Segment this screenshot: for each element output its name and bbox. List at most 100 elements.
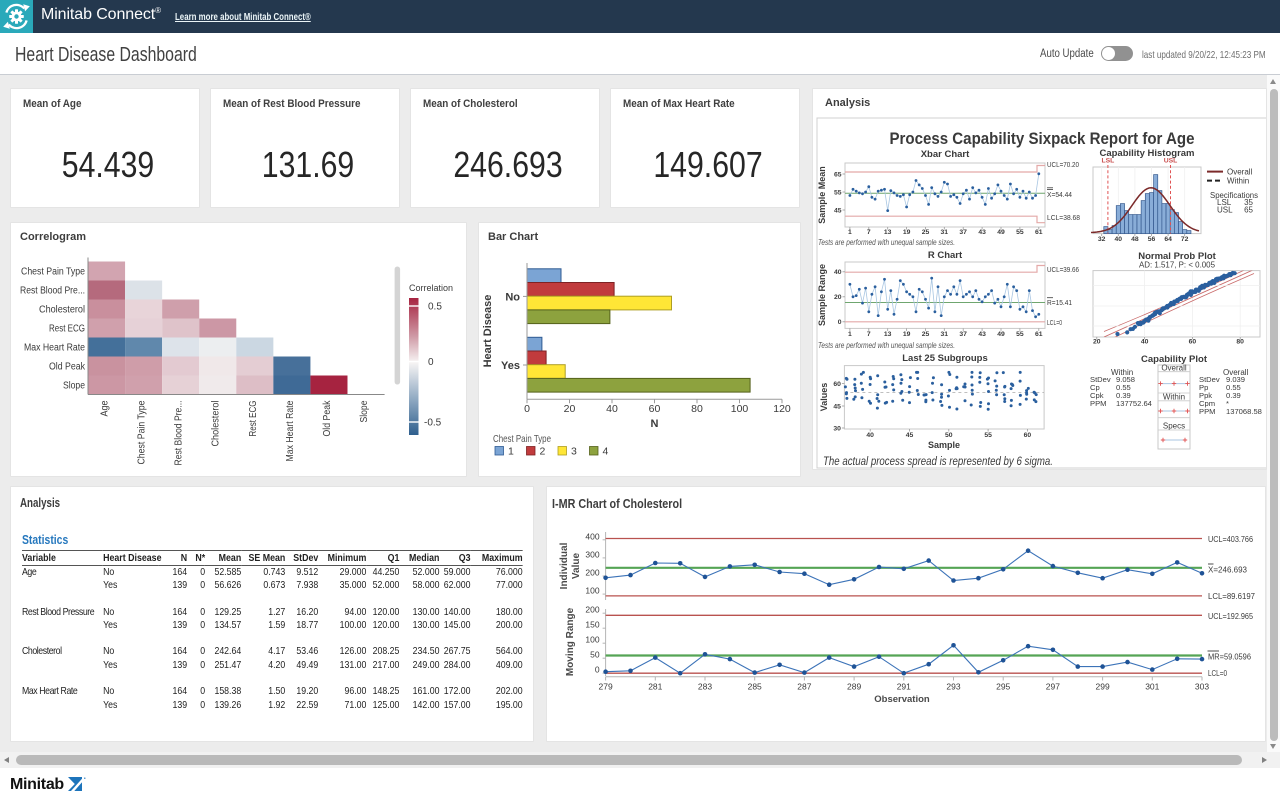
- svg-text:No: No: [505, 291, 520, 303]
- svg-text:Chest Pain Type: Chest Pain Type: [137, 400, 148, 464]
- svg-text:301: 301: [1145, 681, 1159, 691]
- svg-text:N: N: [651, 418, 659, 430]
- svg-text:20: 20: [1093, 339, 1101, 346]
- svg-text:USL: USL: [1164, 158, 1178, 165]
- svg-text:Chest Pain Type: Chest Pain Type: [493, 433, 551, 445]
- svg-text:Cholesterol: Cholesterol: [39, 305, 85, 316]
- svg-text:Sample Range: Sample Range: [817, 264, 827, 326]
- svg-text:Old Peak: Old Peak: [322, 400, 333, 437]
- svg-text:Process Capability Sixpack Rep: Process Capability Sixpack Report for Ag…: [890, 130, 1195, 148]
- svg-text:295: 295: [996, 681, 1010, 691]
- svg-text:-0.5: -0.5: [424, 418, 442, 429]
- svg-text:291: 291: [897, 681, 911, 691]
- svg-text:1: 1: [848, 229, 852, 236]
- svg-text:0.5: 0.5: [428, 302, 442, 313]
- svg-text:13: 13: [884, 229, 892, 236]
- svg-text:Values: Values: [819, 383, 829, 412]
- svg-text:65: 65: [1244, 206, 1253, 215]
- svg-text:137068.58: 137068.58: [1226, 407, 1262, 416]
- svg-text:287: 287: [797, 681, 811, 691]
- svg-text:25: 25: [922, 229, 930, 236]
- svg-text:LCL=89.6197: LCL=89.6197: [1208, 591, 1255, 601]
- svg-text:55: 55: [834, 189, 842, 196]
- svg-text:72: 72: [1181, 236, 1189, 243]
- svg-text:7: 7: [867, 229, 871, 236]
- svg-text:65: 65: [834, 171, 842, 178]
- svg-text:25: 25: [922, 331, 930, 338]
- svg-text:Max Heart Rate: Max Heart Rate: [24, 343, 85, 354]
- svg-text:40: 40: [834, 269, 842, 276]
- svg-text:299: 299: [1096, 681, 1110, 691]
- svg-text:200: 200: [585, 605, 599, 615]
- svg-text:120: 120: [773, 403, 791, 415]
- svg-text:45: 45: [833, 403, 841, 410]
- svg-text:The actual process spread is r: The actual process spread is represented…: [823, 456, 1053, 468]
- svg-text:Sample Mean: Sample Mean: [817, 166, 827, 224]
- svg-text:55: 55: [1016, 331, 1024, 338]
- svg-text:Within: Within: [1163, 392, 1185, 401]
- svg-text:AD: 1.517, P: < 0.005: AD: 1.517, P: < 0.005: [1139, 261, 1216, 270]
- svg-text:Rest ECG: Rest ECG: [49, 324, 85, 335]
- svg-text:61: 61: [1035, 229, 1043, 236]
- svg-text:0: 0: [524, 403, 530, 415]
- svg-text:150: 150: [585, 620, 599, 630]
- svg-text:Rest Blood Pre...: Rest Blood Pre...: [174, 401, 185, 466]
- svg-text:Observation: Observation: [874, 694, 930, 705]
- svg-text:40: 40: [866, 432, 874, 439]
- svg-text:30: 30: [833, 425, 841, 432]
- svg-text:0: 0: [595, 665, 600, 675]
- svg-text:49: 49: [997, 331, 1005, 338]
- svg-text:Age: Age: [100, 400, 111, 416]
- svg-text:LCL=38.68: LCL=38.68: [1047, 213, 1080, 222]
- svg-text:Slope: Slope: [359, 400, 370, 422]
- svg-text:60: 60: [1024, 432, 1032, 439]
- svg-text:UCL=70.20: UCL=70.20: [1047, 160, 1079, 169]
- svg-text:50: 50: [590, 650, 600, 660]
- svg-text:37: 37: [959, 331, 967, 338]
- svg-text:PPM: PPM: [1199, 407, 1215, 416]
- svg-text:0: 0: [428, 357, 434, 368]
- svg-text:80: 80: [1236, 339, 1244, 346]
- svg-text:48: 48: [1131, 236, 1139, 243]
- svg-text:40: 40: [606, 403, 618, 415]
- svg-text:45: 45: [906, 432, 914, 439]
- svg-text:293: 293: [946, 681, 960, 691]
- svg-text:Moving Range: Moving Range: [565, 607, 576, 676]
- svg-text:285: 285: [748, 681, 762, 691]
- svg-text:LCL=0: LCL=0: [1208, 668, 1227, 678]
- svg-text:19: 19: [903, 331, 911, 338]
- svg-text:55: 55: [984, 432, 992, 439]
- svg-text:37: 37: [959, 229, 967, 236]
- svg-text:Overall: Overall: [1161, 363, 1187, 372]
- svg-text:64: 64: [1164, 236, 1172, 243]
- svg-text:40: 40: [1141, 339, 1149, 346]
- svg-text:0: 0: [838, 319, 842, 326]
- svg-text:Tests are performed with unequ: Tests are performed with unequal sample …: [818, 237, 955, 247]
- svg-text:43: 43: [978, 331, 986, 338]
- svg-text:43: 43: [978, 229, 986, 236]
- svg-text:Xbar Chart: Xbar Chart: [921, 149, 970, 160]
- svg-text:Yes: Yes: [501, 360, 520, 372]
- svg-text:297: 297: [1046, 681, 1060, 691]
- svg-text:80: 80: [691, 403, 703, 415]
- svg-text:31: 31: [941, 229, 949, 236]
- svg-text:32: 32: [1098, 236, 1106, 243]
- svg-text:Within: Within: [1227, 177, 1249, 186]
- svg-text:13: 13: [884, 331, 892, 338]
- svg-text:31: 31: [941, 331, 949, 338]
- svg-text:Tests are performed with unequ: Tests are performed with unequal sample …: [818, 340, 955, 350]
- svg-text:MR=59.0596: MR=59.0596: [1208, 651, 1251, 661]
- svg-text:289: 289: [847, 681, 861, 691]
- svg-text:Rest Blood Pre...: Rest Blood Pre...: [20, 286, 85, 297]
- svg-text:49: 49: [997, 229, 1005, 236]
- svg-text:Slope: Slope: [63, 381, 85, 392]
- svg-text:100: 100: [585, 586, 599, 596]
- svg-text:Overall: Overall: [1227, 168, 1253, 177]
- svg-text:2: 2: [540, 446, 546, 458]
- svg-text:60: 60: [1189, 339, 1197, 346]
- svg-text:Cholesterol: Cholesterol: [211, 401, 222, 447]
- svg-text:3: 3: [571, 446, 577, 458]
- svg-text:20: 20: [834, 294, 842, 301]
- svg-text:200: 200: [585, 567, 599, 577]
- svg-text:137752.64: 137752.64: [1116, 399, 1152, 408]
